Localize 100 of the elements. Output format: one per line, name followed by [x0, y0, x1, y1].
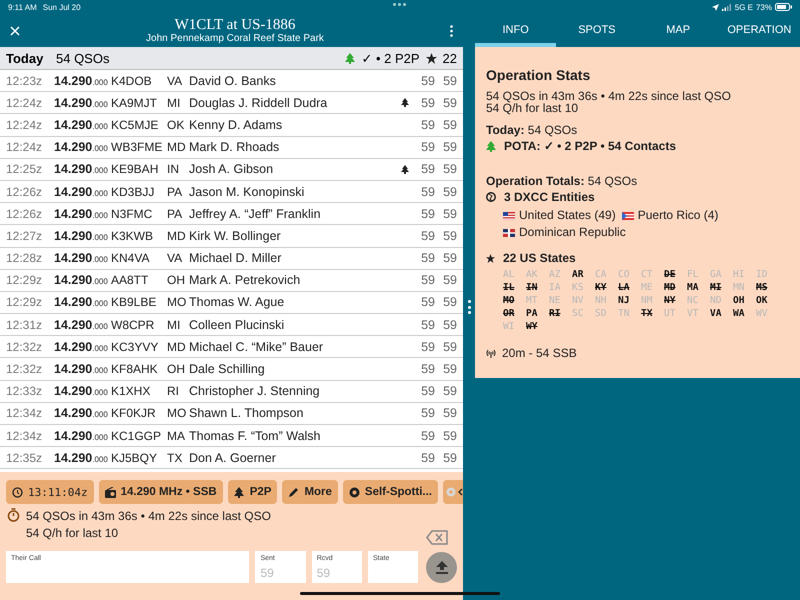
qso-frequency: 14.290.000 [54, 162, 109, 176]
qso-rcvd: 59 [442, 406, 457, 420]
qso-state: PA [167, 184, 184, 199]
qso-time: 12:29z [6, 295, 44, 310]
qso-frequency: 14.290.000 [54, 450, 109, 465]
tree-icon [234, 486, 245, 498]
tab[interactable]: MAP [638, 14, 719, 47]
qso-time: 12:26z [6, 184, 44, 199]
qso-sent: 59 [420, 118, 435, 132]
state-code: NV [572, 294, 584, 307]
qso-name: Michael C. “Mike” Bauer [189, 340, 324, 354]
qso-callsign: KF0KJR [111, 406, 157, 420]
state-code: AZ [549, 268, 562, 281]
toolbar-button[interactable]: 14.290 MHz • SSB [98, 480, 223, 504]
today-summary: Today: 54 QSOs [486, 124, 578, 136]
clock-icon [12, 486, 23, 498]
qso-row[interactable]: 12:24z 14.290.000 WB3FME MD Mark D. Rhoads 59 59 [0, 136, 463, 159]
drag-handle[interactable] [468, 300, 470, 314]
log-button[interactable] [426, 552, 457, 582]
state-code: SC [572, 307, 584, 320]
multitasking-dots[interactable] [393, 3, 406, 6]
toolbar-button[interactable]: More [282, 480, 338, 504]
qso-name: Kenny D. Adams [189, 118, 284, 132]
input-field[interactable] [368, 551, 418, 583]
state-code: ME [641, 281, 654, 294]
qso-row[interactable]: 12:32z 14.290.000 KF8AHK OH Dale Schilling 59 59 [0, 358, 463, 381]
qso-row[interactable]: 12:33z 14.290.000 K1XHX RI Christopher J. Stenning 59 59 [0, 380, 463, 403]
delete-button[interactable] [426, 530, 448, 545]
globe-icon [486, 192, 496, 202]
qso-sent: 59 [420, 362, 435, 376]
more-menu-button[interactable] [450, 24, 453, 36]
qso-rcvd: 59 [442, 450, 457, 465]
qso-row[interactable]: 12:34z 14.290.000 KC1GGP MA Thomas F. “Tom” Walsh 59 59 [0, 425, 463, 448]
toolbar-button[interactable]: Self-Spotti... [342, 480, 438, 504]
states-title: 22 US States [503, 251, 576, 265]
tab[interactable]: OPERATION [718, 14, 800, 47]
qso-callsign: KC3YVY [111, 340, 160, 354]
qso-callsign: KJ5BQY [111, 450, 158, 465]
qso-row[interactable]: 12:26z 14.290.000 KD3BJJ PA Jason M. Konopinski 59 59 [0, 180, 463, 204]
state-code: FL [687, 268, 700, 281]
state-code: IL [503, 281, 516, 294]
qso-callsign: KD3BJJ [111, 184, 156, 199]
toolbar-button[interactable]: P2P [228, 480, 278, 504]
qso-callsign: KC5MJE [111, 118, 160, 132]
state-code: MA [687, 281, 700, 294]
qso-name: Thomas W. Ague [189, 295, 286, 310]
qso-state: VA [167, 74, 184, 88]
qso-sent: 59 [420, 206, 435, 221]
state-code: MO [503, 294, 516, 307]
qso-time: 12:27z [6, 228, 44, 243]
state-code: CA [595, 268, 608, 281]
qso-name: David O. Banks [189, 74, 277, 88]
qso-name: Thomas F. “Tom” Walsh [189, 428, 322, 443]
state-code: NJ [618, 294, 630, 307]
state-code: WV [756, 307, 768, 320]
qso-row[interactable]: 12:31z 14.290.000 W8CPR MI Colleen Plucinski 59 59 [0, 314, 463, 336]
broadcast-icon [348, 486, 360, 498]
signal-icon [722, 4, 732, 10]
state-code: UT [664, 307, 676, 320]
state-code: ID [756, 268, 768, 281]
qso-row[interactable]: 12:29z 14.290.000 AA8TT OH Mark A. Petrekovich 59 59 [0, 270, 463, 292]
qso-rcvd: 59 [442, 273, 457, 288]
qso-row[interactable]: 12:23z 14.290.000 K4DOB VA David O. Banks 59 59 [0, 70, 463, 92]
state-code: IN [526, 281, 538, 294]
qso-row[interactable]: 12:26z 14.290.000 N3FMC PA Jeffrey A. “Jeff” Franklin 59 59 [0, 203, 463, 226]
dxcc-count: 3 DXCC Entities [504, 190, 595, 204]
qso-row[interactable]: 12:29z 14.290.000 KB9LBE MO Thomas W. Ague 59 59 [0, 292, 463, 314]
state-code: KS [572, 281, 584, 294]
state-code: HI [733, 268, 746, 281]
state-code: OR [503, 307, 516, 320]
state-code: RI [549, 307, 562, 320]
state-code: ND [710, 294, 722, 307]
qso-row[interactable]: 12:24z 14.290.000 KC5MJE OK Kenny D. Adams 59 59 [0, 114, 463, 137]
stopwatch-icon [7, 508, 20, 522]
qso-row[interactable]: 12:25z 14.290.000 KE9BAH IN Josh A. Gibson 59 59 [0, 158, 463, 181]
qso-row[interactable]: 12:34z 14.290.000 KF0KJR MO Shawn L. Thompson 59 59 [0, 402, 463, 425]
qso-rcvd: 59 [442, 318, 457, 332]
qso-name: Christopher J. Stenning [189, 384, 321, 398]
qso-state: MD [167, 228, 187, 243]
input-field[interactable] [6, 551, 250, 583]
qso-time: 12:24z [6, 140, 44, 154]
state-code: PA [526, 307, 538, 320]
state-code: WA [733, 307, 746, 320]
close-button[interactable] [10, 26, 20, 36]
qso-row[interactable]: 12:35z 14.290.000 KJ5BQY TX Don A. Goerner 59 59 [0, 447, 463, 470]
state-code: OK [756, 294, 768, 307]
qso-time: 12:29z [6, 273, 44, 288]
qso-frequency: 14.290.000 [54, 362, 109, 376]
qso-row[interactable]: 12:27z 14.290.000 K3KWB MD Kirk W. Bollinger 59 59 [0, 225, 463, 248]
qso-state: RI [167, 384, 180, 398]
qso-row[interactable]: 12:24z 14.290.000 KA9MJT MI Douglas J. Riddell Dudra 59 59 [0, 92, 463, 114]
qso-frequency: 14.290.000 [54, 384, 109, 398]
qso-time: 12:28z [6, 251, 44, 266]
qso-row[interactable]: 12:32z 14.290.000 KC3YVY MD Michael C. “Mike” Bauer 59 59 [0, 336, 463, 358]
toolbar-button[interactable]: 13:11:04z [6, 480, 94, 504]
tab[interactable]: SPOTS [556, 14, 638, 47]
qso-rcvd: 59 [442, 96, 457, 110]
qso-row[interactable]: 12:28z 14.290.000 KN4VA VA Michael D. Miller 59 59 [0, 248, 463, 270]
qso-time: 12:24z [6, 118, 44, 132]
kebab-menu-icon [450, 24, 453, 36]
